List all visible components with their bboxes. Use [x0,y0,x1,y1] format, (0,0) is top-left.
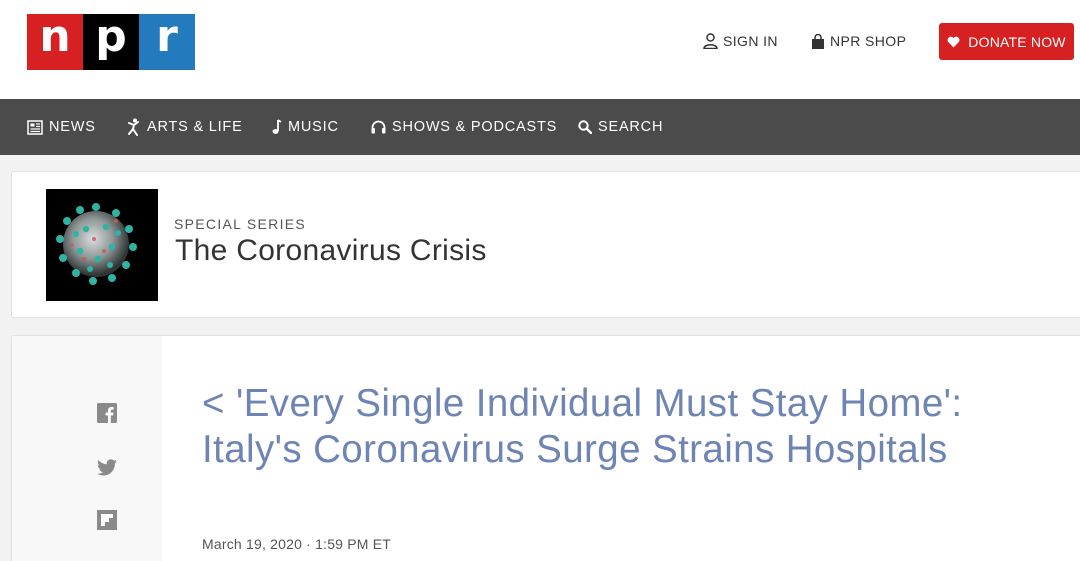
site-header: n p r SIGN IN NPR SHOP DONATE NOW [0,0,1080,99]
donate-button[interactable]: DONATE NOW [939,23,1074,60]
sign-in-link[interactable]: SIGN IN [703,23,778,59]
donate-label: DONATE NOW [968,33,1066,50]
nav-label-music: MUSIC [288,119,339,135]
series-kicker: SPECIAL SERIES [174,216,307,232]
twitter-share-button[interactable] [97,457,117,477]
dancer-icon [128,118,139,136]
heart-icon [947,36,960,47]
coronavirus-image [46,189,158,301]
newspaper-icon [27,119,43,135]
facebook-share-button[interactable] [97,403,117,423]
logo-letter-p: p [83,14,139,70]
article-card: < 'Every Single Individual Must Stay Hom… [11,335,1080,561]
logo-letter-r: r [139,14,195,70]
nav-label-arts-life: ARTS & LIFE [147,119,243,135]
nav-item-shows-podcasts[interactable]: SHOWS & PODCASTS [371,99,557,155]
article-headline-link[interactable]: < 'Every Single Individual Must Stay Hom… [202,381,1062,473]
nav-item-arts-life[interactable]: ARTS & LIFE [127,99,243,155]
npr-logo[interactable]: n p r [27,14,195,70]
music-note-icon [272,119,282,134]
facebook-icon [97,403,117,423]
user-icon [703,33,718,49]
shop-label: NPR SHOP [830,33,907,49]
nav-label-news: NEWS [49,119,96,135]
logo-letter-n: n [27,14,83,70]
nav-label-search: SEARCH [598,119,664,135]
flipboard-icon [97,510,117,530]
main-nav: NEWS ARTS & LIFE MUSIC SHOWS & PODCASTS … [0,99,1080,155]
npr-shop-link[interactable]: NPR SHOP [811,23,906,59]
nav-item-search[interactable]: SEARCH [578,99,663,155]
shopping-bag-icon [812,33,824,49]
series-title[interactable]: The Coronavirus Crisis [175,234,487,268]
special-series-card[interactable]: SPECIAL SERIES The Coronavirus Crisis [11,171,1080,318]
flipboard-share-button[interactable] [97,510,117,530]
twitter-icon [97,458,117,475]
headphones-icon [371,120,386,134]
search-icon [578,120,592,134]
nav-label-shows-podcasts: SHOWS & PODCASTS [392,119,558,135]
article-dateline: March 19, 2020 · 1:59 PM ET [202,536,392,552]
share-column [12,336,162,561]
nav-item-news[interactable]: NEWS [27,99,96,155]
nav-item-music[interactable]: MUSIC [272,99,339,155]
sign-in-label: SIGN IN [723,33,778,49]
